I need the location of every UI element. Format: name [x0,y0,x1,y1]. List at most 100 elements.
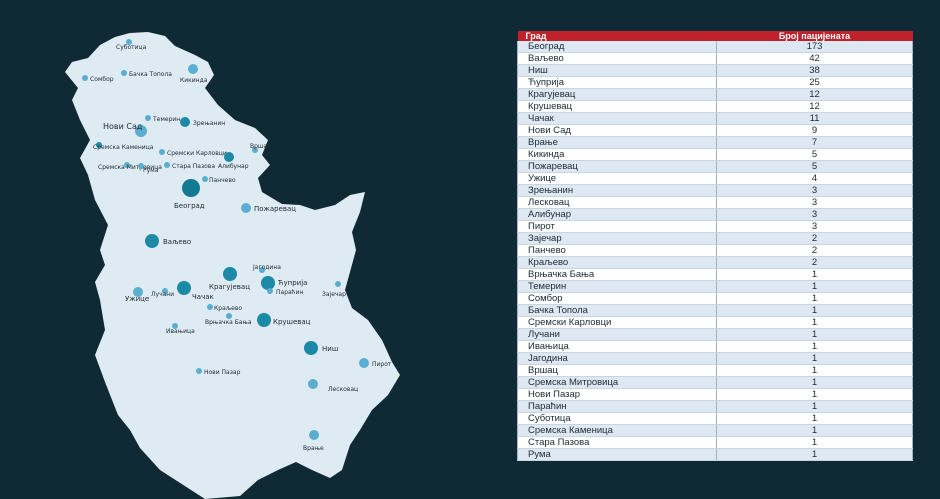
city-cell: Сремска Каменица [517,424,717,437]
count-cell: 5 [716,160,913,173]
table-body: Београд 173 Ваљево 42 Ниш 38 Ћуприја 25 Крагујев… [517,41,913,461]
marker-vranje [309,430,319,440]
table-row: Параћин 1 [517,400,913,413]
city-cell: Вршац [517,364,717,377]
label-lucani: Лучани [151,291,174,298]
count-cell: 38 [716,64,913,77]
marker-cacak [177,281,191,295]
count-cell: 7 [716,136,913,149]
marker-beograd [182,179,200,197]
marker-valjevo [145,234,159,248]
count-cell: 2 [716,256,913,269]
count-cell: 1 [716,268,913,281]
city-cell: Ужице [517,172,717,185]
city-cell: Панчево [517,244,717,257]
marker-krusevac [257,313,271,327]
count-cell: 12 [716,100,913,113]
count-cell: 1 [716,316,913,329]
label-novi-pazar: Нови Пазар [204,369,241,376]
table-row: Врање 7 [517,136,913,149]
table-row: Крагујевац 12 [517,88,913,101]
city-cell: Кикинда [517,148,717,161]
label-nis: Ниш [322,345,338,353]
count-cell: 3 [716,208,913,221]
table-row: Нови Пазар 1 [517,388,913,401]
city-cell: Пирот [517,220,717,233]
label-ivanjica: Ивањица [166,328,195,335]
table-row: Зајечар 2 [517,232,913,245]
count-cell: 25 [716,76,913,89]
city-cell: Сомбор [517,292,717,305]
serbia-territory [65,32,400,499]
count-cell: 1 [716,364,913,377]
label-pancevo: Панчево [209,177,236,184]
label-stara-pazova: Стара Пазова [172,163,215,170]
table-header-row: Град Број пацијената [517,31,913,41]
label-vrnjacka-banja: Врњачка Бања [205,319,252,326]
label-zajecar: Зајечар [322,291,346,298]
label-cuprija: Ћуприја [277,279,307,287]
count-cell: 11 [716,112,913,125]
table-row: Панчево 2 [517,244,913,257]
table-row: Зрењанин 3 [517,184,913,197]
city-cell: Нови Пазар [517,388,717,401]
label-vrsac: Вршац [250,143,271,150]
label-pirot: Пирот [372,361,392,368]
label-kikinda: Кикинда [180,77,208,84]
marker-novi-pazar [196,368,202,374]
count-cell: 12 [716,88,913,101]
table-row: Краљево 2 [517,256,913,269]
table-row: Кикинда 5 [517,148,913,161]
city-cell: Алибунар [517,208,717,221]
city-cell: Чачак [517,112,717,125]
marker-cuprija [261,276,275,290]
marker-temerin [145,115,151,121]
table-row: Лесковац 3 [517,196,913,209]
count-cell: 1 [716,448,913,461]
city-cell: Суботица [517,412,717,425]
table-row: Пирот 3 [517,220,913,233]
city-cell: Параћин [517,400,717,413]
count-cell: 1 [716,292,913,305]
marker-backa-topola [121,70,127,76]
count-cell: 2 [716,244,913,257]
table-row: Нови Сад 9 [517,124,913,137]
count-cell: 3 [716,184,913,197]
marker-kikinda [188,64,198,74]
city-cell: Ивањица [517,340,717,353]
city-cell: Сремски Карловци [517,316,717,329]
count-cell: 5 [716,148,913,161]
city-cell: Пожаревац [517,160,717,173]
city-cell: Бачка Топола [517,304,717,317]
patients-table: Град Број пацијената Београд 1 7 3 Ваљево 4 2 Н… [517,31,913,461]
label-beograd: Београд [174,202,205,210]
count-cell: 1 [716,280,913,293]
marker-paracin [267,288,273,294]
count-cell: 1 [716,388,913,401]
label-paracin: Параћин [276,289,303,296]
table-row: Алибунар 3 [517,208,913,221]
label-zrenjanin: Зрењанин [193,120,225,127]
count-cell: 4 [716,172,913,185]
marker-nis [304,341,318,355]
city-cell: Лучани [517,328,717,341]
city-cell: Сремска Митровица [517,376,717,389]
marker-pirot [359,358,369,368]
label-backa-topola: Бачка Топола [129,71,172,78]
table-row: Сремски Карловци 1 [517,316,913,329]
city-cell: Ваљево [517,52,717,65]
patients-table-container: Град Број пацијената Београд 1 7 3 Ваљево 4 2 Н… [517,31,913,461]
label-subotica: Суботица [116,44,147,51]
label-temerin: Темерин [152,116,180,123]
city-cell: Београд [517,41,717,53]
marker-sombor [82,75,88,81]
label-valjevo: Ваљево [163,238,191,246]
marker-leskovac [308,379,318,389]
label-leskovac: Лесковац [328,386,358,393]
table-row: Крушевац 12 [517,100,913,113]
marker-kraljevo [207,304,213,310]
count-cell: 3 [716,196,913,209]
label-pozarevac: Пожаревац [254,205,296,213]
marker-sremski-karlovci [159,149,165,155]
count-cell: 9 [716,124,913,137]
